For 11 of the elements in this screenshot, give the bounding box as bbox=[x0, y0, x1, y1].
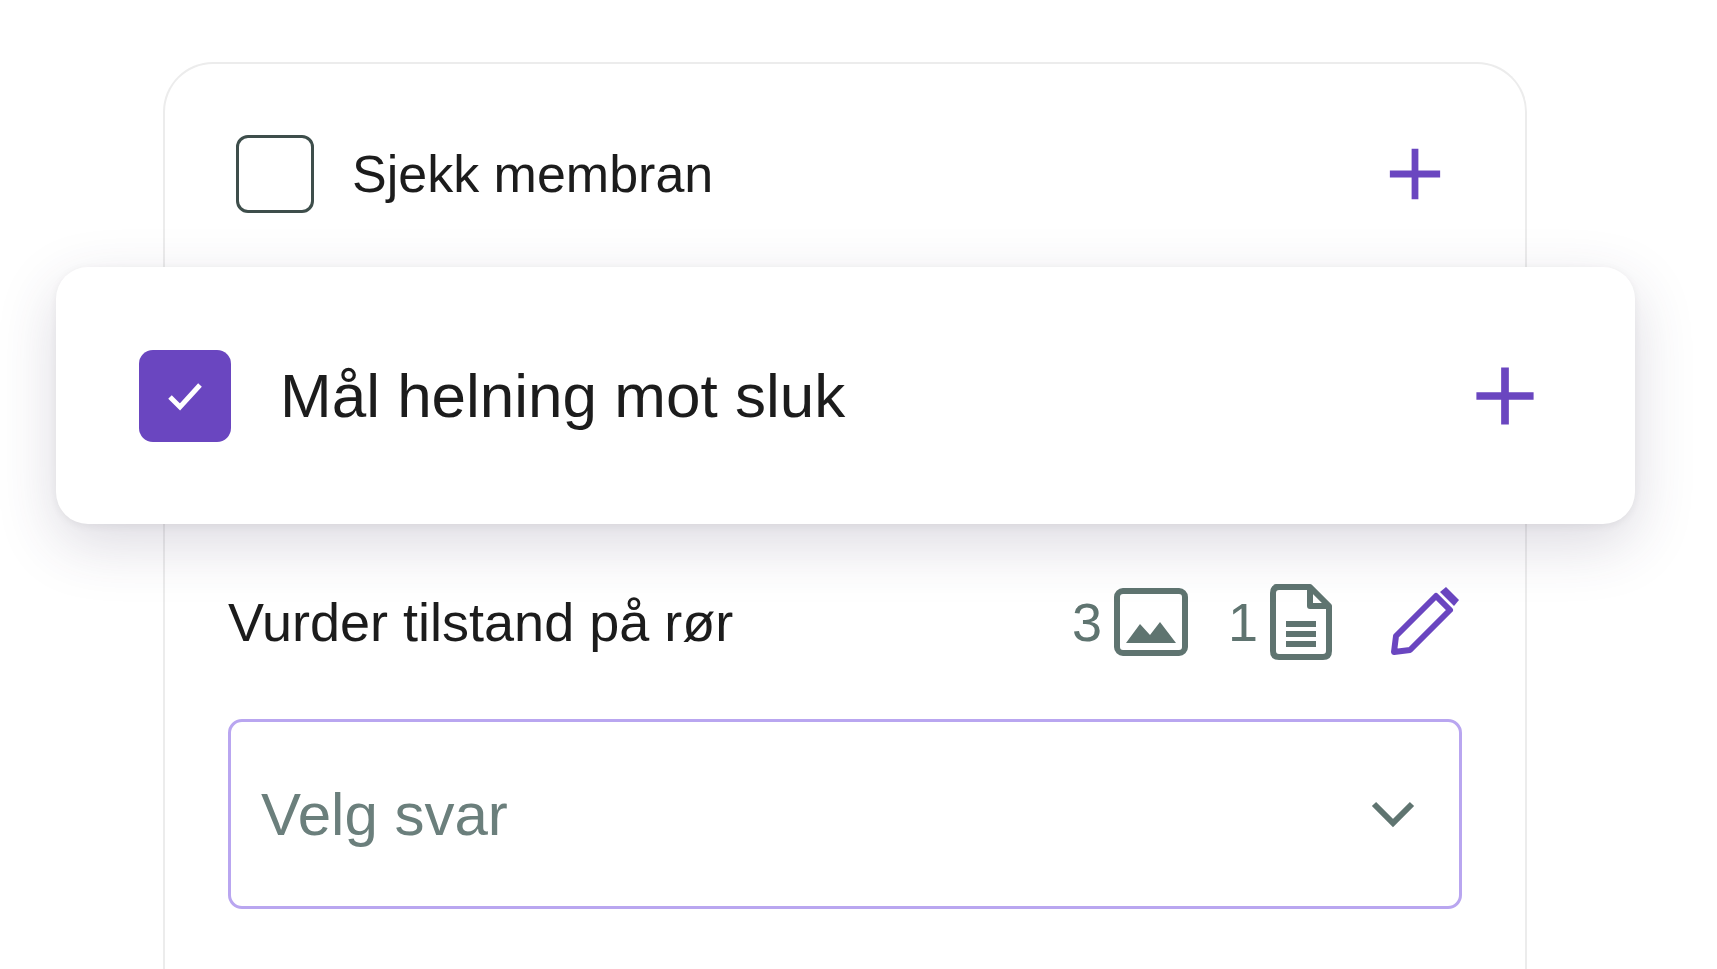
question-label: Vurder tilstand på rør bbox=[228, 591, 735, 653]
checkbox[interactable] bbox=[139, 349, 231, 442]
image-count: 3 bbox=[1071, 591, 1102, 653]
image-icon[interactable] bbox=[1113, 588, 1188, 656]
checkbox[interactable] bbox=[236, 135, 314, 213]
answer-dropdown[interactable]: Velg svar bbox=[228, 719, 1462, 909]
document-count: 1 bbox=[1227, 591, 1258, 653]
document-icon[interactable] bbox=[1270, 584, 1332, 660]
task-label: Sjekk membran bbox=[352, 144, 715, 204]
chevron-down-icon bbox=[1370, 800, 1416, 828]
task-label: Mål helning mot sluk bbox=[280, 360, 847, 431]
